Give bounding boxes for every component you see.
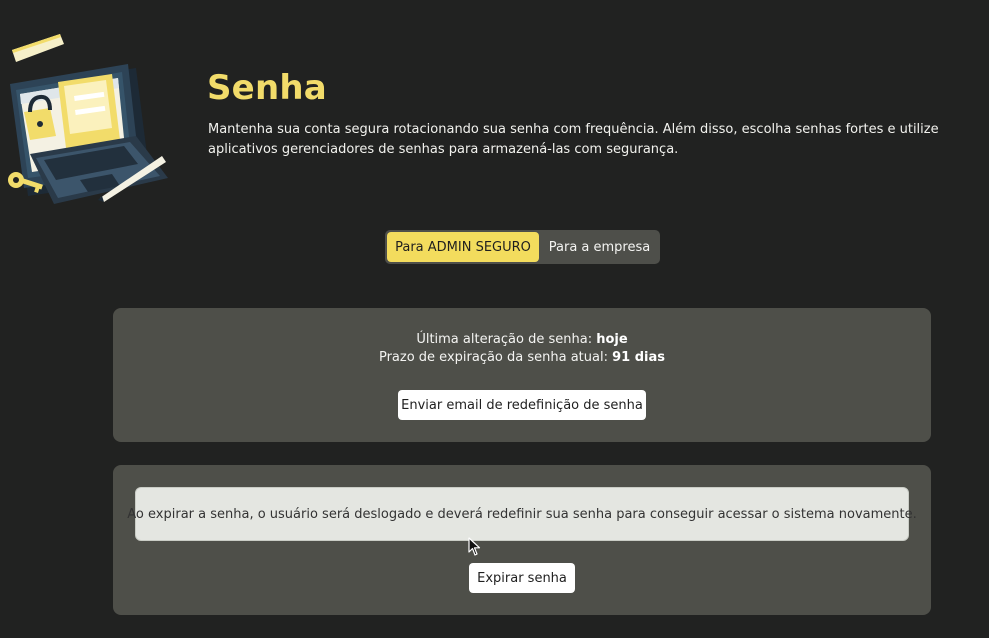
password-status-card: Última alteração de senha: hoje Prazo de… <box>113 308 931 442</box>
mouse-pointer-icon <box>468 537 481 556</box>
last-change-info: Última alteração de senha: hoje <box>113 332 931 347</box>
last-change-value: hoje <box>596 332 628 347</box>
expire-password-card: Ao expirar a senha, o usuário será deslo… <box>113 465 931 615</box>
expiry-label: Prazo de expiração da senha atual: <box>378 350 608 365</box>
expiry-info: Prazo de expiração da senha atual: 91 di… <box>113 350 931 365</box>
page-description: Mantenha sua conta segura rotacionando s… <box>208 122 939 157</box>
last-change-label: Última alteração de senha: <box>416 332 593 347</box>
audience-toggle: Para ADMIN SEGURO Para a empresa <box>385 230 660 264</box>
send-reset-email-button[interactable]: Enviar email de redefinição de senha <box>398 390 646 420</box>
page-title: Senha <box>207 68 327 108</box>
tab-empresa[interactable]: Para a empresa <box>541 232 658 262</box>
expire-password-button[interactable]: Expirar senha <box>469 563 575 593</box>
laptop-security-illustration <box>8 34 168 204</box>
tab-admin-seguro[interactable]: Para ADMIN SEGURO <box>387 232 539 262</box>
expire-notice: Ao expirar a senha, o usuário será deslo… <box>127 487 917 541</box>
expiry-value: 91 dias <box>612 350 666 365</box>
